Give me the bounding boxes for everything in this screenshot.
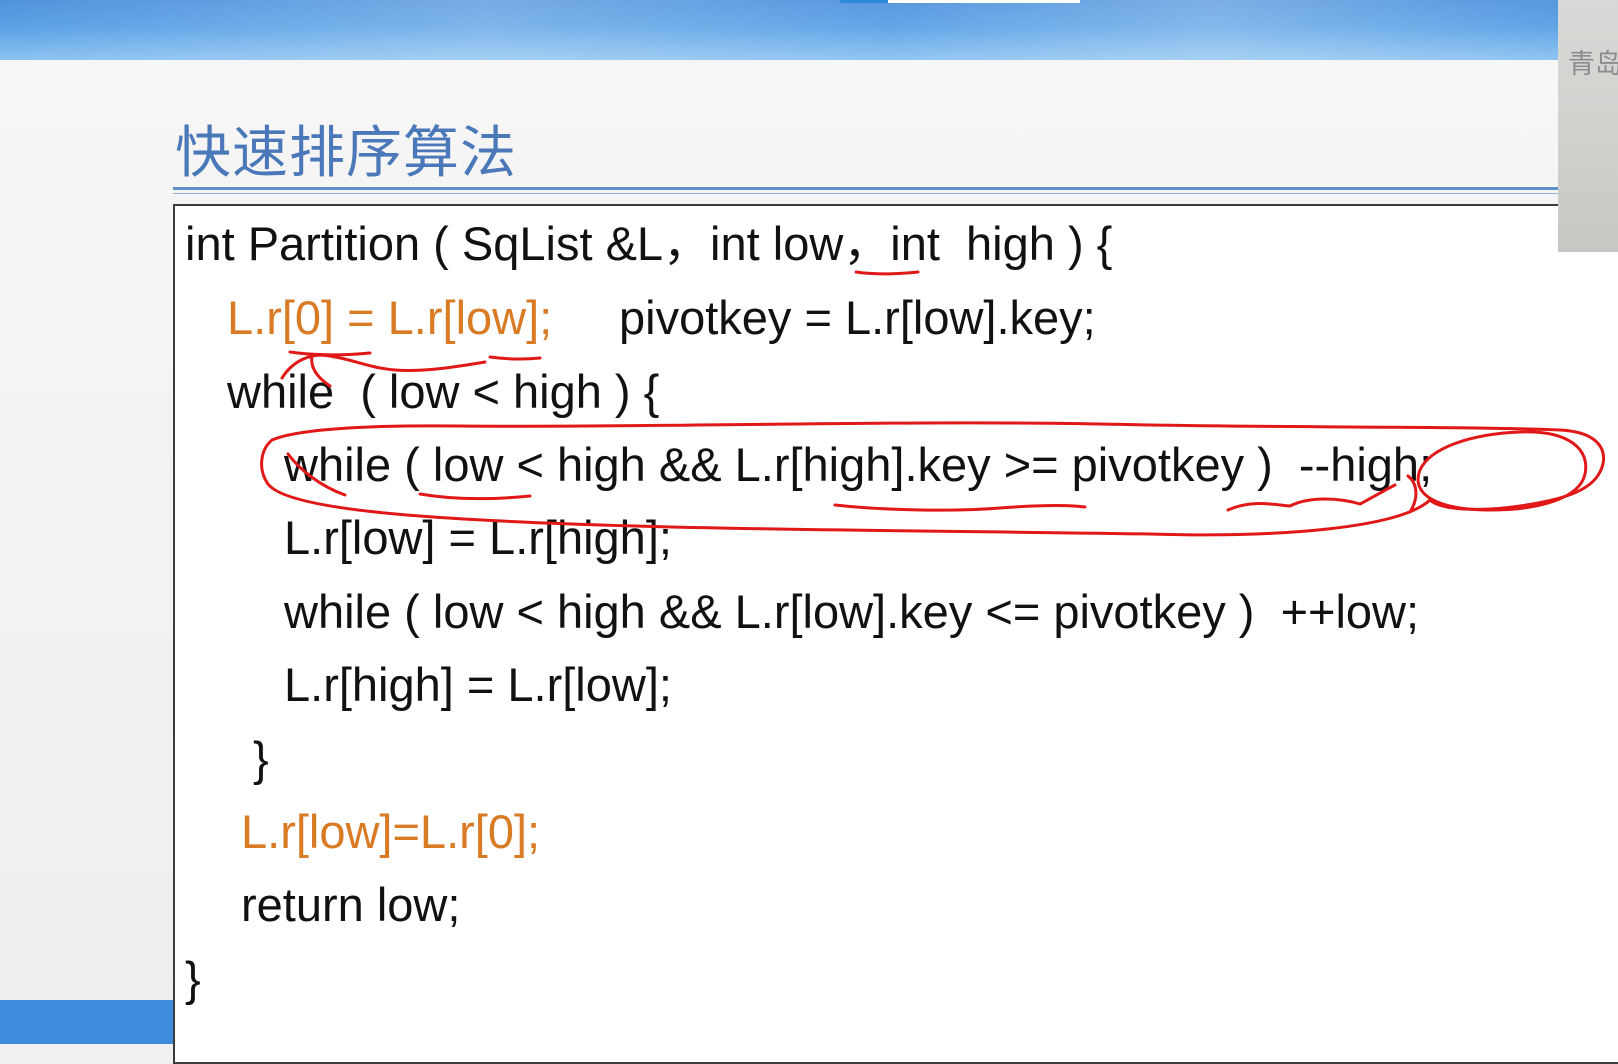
code-line-save-pivot: L.r[0] = L.r[low]; [227, 291, 553, 344]
code-line-signature: int Partition ( SqList &L，int low，int hi… [185, 217, 1113, 270]
code-line-move-low: L.r[high] = L.r[low]; [284, 658, 672, 711]
code-line-pivotkey: pivotkey = L.r[low].key; [619, 291, 1096, 344]
code-line-scan-high: while ( low < high && L.r[high].key >= p… [284, 438, 1433, 491]
code-line-return: return low; [241, 878, 461, 931]
presenter-webcam [1558, 0, 1618, 252]
code-line-move-high: L.r[low] = L.r[high]; [284, 511, 672, 564]
title-underline [173, 187, 1558, 190]
code-line-close-while: } [253, 732, 269, 785]
title-underline-thin [173, 193, 1558, 194]
header-tab-indicator-light [888, 0, 1080, 3]
code-line-restore-pivot: L.r[low]=L.r[0]; [241, 805, 541, 858]
code-line-outer-while: while ( low < high ) { [227, 365, 660, 418]
code-line-close-function: } [185, 952, 201, 1005]
code-line-scan-low: while ( low < high && L.r[low].key <= pi… [284, 585, 1420, 638]
footer-strip [0, 1000, 175, 1044]
header-tab-indicator [840, 0, 888, 3]
webcam-watermark: 青岛 [1568, 49, 1618, 80]
slide-title: 快速排序算法 [175, 121, 517, 186]
code-block: int Partition ( SqList &L，int low，int hi… [173, 204, 1618, 1064]
header-sheen [0, 0, 1618, 60]
slide-header-band [0, 0, 1618, 60]
